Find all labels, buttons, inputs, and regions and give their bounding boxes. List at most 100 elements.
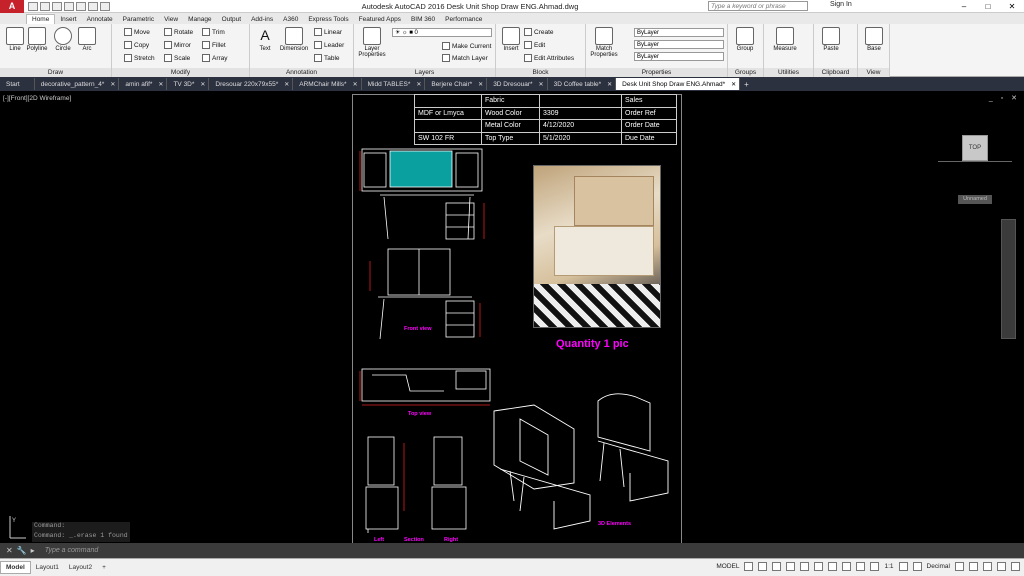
insert-button[interactable]: Insert [498,27,524,52]
move-button[interactable]: Move [124,27,150,37]
grid-icon[interactable] [744,562,754,571]
panel-title-layers[interactable]: Layers [354,68,495,77]
ortho-icon[interactable] [772,562,782,571]
add-layout-icon[interactable]: + [97,562,111,573]
undo-icon[interactable] [88,1,98,11]
panel-title-groups[interactable]: Groups [728,68,763,77]
clean-screen-icon[interactable] [997,562,1006,571]
stretch-button[interactable]: Stretch [124,53,155,63]
leader-button[interactable]: Leader [314,40,344,50]
layer-properties-button[interactable]: Layer Properties [356,27,388,58]
isolate-objects-icon[interactable] [969,562,978,571]
match-properties-button[interactable]: Match Properties [588,27,620,58]
tab-bim360[interactable]: BIM 360 [406,15,440,24]
layer-dropdown[interactable]: ☀ ☼ ■ 0 [392,28,492,37]
measure-button[interactable]: Measure [770,27,800,52]
fillet-button[interactable]: Fillet [202,40,226,50]
file-tab-active[interactable]: Desk Unit Shop Draw ENG.Ahmad* ✕ [616,78,741,90]
panel-title-utilities[interactable]: Utilities [764,68,813,77]
save-icon[interactable] [52,1,62,11]
model-space-button[interactable]: MODEL [716,563,739,570]
panel-title-annotation[interactable]: Annotation [250,68,353,77]
new-tab-icon[interactable]: + [740,80,753,89]
linear-button[interactable]: Linear [314,27,342,37]
close-tab-icon[interactable]: ✕ [284,81,289,88]
scale-button[interactable]: Scale [164,53,190,63]
mirror-button[interactable]: Mirror [164,40,191,50]
open-icon[interactable] [40,1,50,11]
dimension-button[interactable]: Dimension [278,27,310,52]
panel-title-properties[interactable]: Properties [586,68,727,77]
panel-title-view[interactable]: View [858,68,889,77]
sign-in-button[interactable]: Sign In [830,1,852,8]
match-layer-button[interactable]: Match Layer [442,53,488,63]
close-tab-icon[interactable]: ✕ [731,81,736,88]
close-tab-icon[interactable]: ✕ [416,81,421,88]
drawing-viewport[interactable]: [-][Front][2D Wireframe] _ ▫ ✕ TOP Unnam… [0,91,1024,544]
file-tab[interactable]: Dresouar 220x79x55* ✕ [209,78,294,90]
polar-icon[interactable] [786,562,796,571]
close-tab-icon[interactable]: ✕ [607,81,612,88]
edit-attributes-button[interactable]: Edit Attributes [524,53,574,63]
lineweight-icon[interactable] [828,562,838,571]
close-tab-icon[interactable]: ✕ [110,81,115,88]
edit-block-button[interactable]: Edit [524,40,545,50]
tab-layout1[interactable]: Layout1 [31,562,64,573]
text-button[interactable]: A Text [252,27,278,52]
selection-cycling-icon[interactable] [856,562,866,571]
close-tab-icon[interactable]: ✕ [478,81,483,88]
file-tab[interactable]: amin afif* ✕ [119,78,168,90]
close-icon[interactable]: ✕ [1000,0,1024,13]
close-command-icon[interactable]: ✕ [6,546,13,555]
file-tab[interactable]: 3D Coffee table* ✕ [548,78,617,90]
quick-properties-icon[interactable] [955,562,964,571]
panel-title-block[interactable]: Block [496,68,585,77]
table-button[interactable]: Table [314,53,340,63]
tab-add-ins[interactable]: Add-ins [246,15,278,24]
tab-view[interactable]: View [159,15,183,24]
group-button[interactable]: Group [732,27,758,52]
workspace-gear-icon[interactable] [898,562,908,571]
close-tab-icon[interactable]: ✕ [539,81,544,88]
panel-title-draw[interactable]: Draw [0,68,111,77]
tab-express-tools[interactable]: Express Tools [303,15,353,24]
annotation-monitor-icon[interactable] [912,562,922,571]
search-input[interactable]: Type a keyword or phrase [708,1,808,11]
units-dropdown[interactable]: Decimal [927,563,950,570]
array-button[interactable]: Array [202,53,228,63]
redo-icon[interactable] [100,1,110,11]
annotation-visibility-icon[interactable] [870,562,880,571]
trim-button[interactable]: Trim [202,27,225,37]
file-tab[interactable]: 3D Dresouar* ✕ [487,78,548,90]
file-tab[interactable]: TV 3D* ✕ [167,78,210,90]
customization-icon[interactable] [1011,562,1020,571]
rotate-button[interactable]: Rotate [164,27,193,37]
linetype-dropdown[interactable]: ByLayer [634,40,724,49]
command-input[interactable]: Type a command [44,545,1024,556]
annotation-scale-dropdown[interactable]: 1:1 [884,563,893,570]
tab-layout2[interactable]: Layout2 [64,562,97,573]
close-tab-icon[interactable]: ✕ [200,81,205,88]
tab-performance[interactable]: Performance [440,15,487,24]
panel-title-clipboard[interactable]: Clipboard [814,68,857,77]
tab-annotate[interactable]: Annotate [82,15,118,24]
tab-model[interactable]: Model [0,561,31,574]
customize-icon[interactable]: 🔧 [17,546,27,555]
arc-button[interactable]: Arc [74,27,100,52]
transparency-icon[interactable] [842,562,852,571]
tab-home[interactable]: Home [26,14,56,24]
close-tab-icon[interactable]: ✕ [353,81,358,88]
tab-insert[interactable]: Insert [55,15,81,24]
maximize-icon[interactable]: □ [976,0,1000,13]
color-dropdown[interactable]: ByLayer [634,28,724,37]
file-tab[interactable]: ARMChair Mills* ✕ [293,78,362,90]
tab-a360[interactable]: A360 [278,15,303,24]
tab-manage[interactable]: Manage [183,15,217,24]
file-tab-start[interactable]: Start [0,78,35,90]
file-tab[interactable]: Berjere Chair* ✕ [425,78,488,90]
polyline-button[interactable]: Polyline [24,27,50,52]
copy-button[interactable]: Copy [124,40,149,50]
snap-icon[interactable] [758,562,768,571]
hardware-acceleration-icon[interactable] [983,562,992,571]
tab-parametric[interactable]: Parametric [118,15,159,24]
